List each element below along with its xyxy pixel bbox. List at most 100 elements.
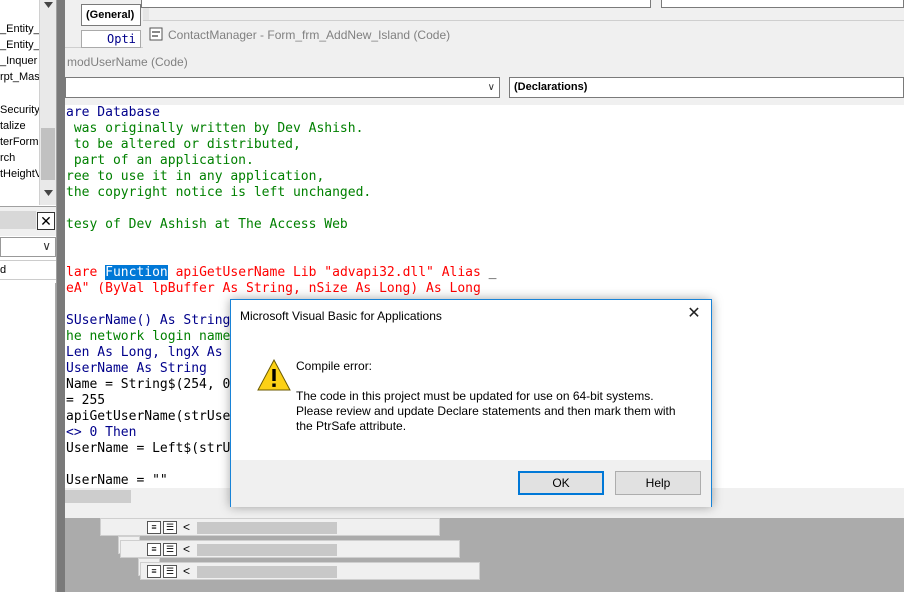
scroll-up-icon[interactable] (44, 2, 53, 9)
code-token: apiGetUserName Lib "advapi32.dll" Alias (167, 265, 489, 280)
object-combo[interactable]: ∨ (65, 77, 500, 98)
code-token: the copyright notice is left unchanged. (66, 185, 372, 200)
code-line[interactable]: = 255 (66, 393, 105, 409)
scroll-down-icon[interactable] (44, 190, 53, 197)
pane-close-icon[interactable]: ✕ (37, 212, 55, 230)
code-line[interactable]: are Database (66, 105, 160, 121)
code-token: was originally written by Dev Ashish. (66, 121, 364, 136)
close-icon[interactable]: ✕ (685, 305, 703, 323)
code-token: he network login name (66, 329, 231, 344)
code-line[interactable]: to be altered or distributed, (66, 137, 301, 153)
tree-item[interactable]: rpt_Mas (0, 70, 40, 84)
scroll-left-icon[interactable]: < (183, 564, 190, 578)
code-window-icon (149, 27, 163, 41)
module-view-icon[interactable]: ☰ (163, 521, 177, 534)
tree-item[interactable]: tHeightV (0, 167, 42, 181)
code-token: apiGetUserName(strUse (66, 409, 231, 424)
declarations-combo[interactable] (661, 0, 904, 8)
scrollbar-thumb[interactable] (197, 566, 337, 578)
tree-item[interactable]: rch (0, 151, 15, 165)
object-dropdown[interactable]: ∨ (0, 237, 56, 257)
code-token: to be altered or distributed, (66, 137, 301, 152)
scrollbar-thumb[interactable] (197, 544, 337, 556)
code-line[interactable]: UserName = "" (66, 473, 168, 488)
module-view-icon[interactable]: ☰ (163, 543, 177, 556)
properties-pane-header: ✕ (0, 206, 56, 236)
code-token: Name = String$(254, 0 (66, 377, 231, 392)
procedure-combo-value: (Declarations) (514, 81, 588, 93)
code-line[interactable]: Len As Long, lngX As (66, 345, 223, 361)
scrollbar-thumb[interactable] (65, 490, 131, 503)
code-token: _ (488, 265, 497, 280)
scrollbar-thumb[interactable] (197, 522, 337, 534)
contact-window-title: ContactManager - Form_frm_AddNew_Island … (168, 28, 451, 42)
code-line[interactable]: Name = String$(254, 0 (66, 377, 230, 393)
minimized-window-3[interactable]: ≡ ☰ < (140, 562, 480, 580)
chevron-down-icon: ∨ (42, 239, 51, 253)
tree-item[interactable]: talize (0, 119, 26, 133)
tree-item[interactable]: Security (0, 103, 40, 117)
object-combo[interactable]: (General) (81, 4, 141, 26)
ok-button[interactable]: OK (518, 471, 604, 495)
code-token: tesy of Dev Ashish at The Access Web (66, 217, 348, 232)
code-line[interactable]: UserName As String (66, 361, 207, 377)
code-line[interactable]: the copyright notice is left unchanged. (66, 185, 371, 201)
properties-list (0, 283, 56, 592)
code-line[interactable]: lare Function apiGetUserName Lib "advapi… (66, 265, 497, 281)
code-line[interactable]: UserName = Left$(strU (66, 441, 230, 457)
code-token: UserName = Left$(strU (66, 441, 231, 456)
pane-caption (0, 211, 36, 229)
contact-window-titlebar[interactable]: ContactManager - Form_frm_AddNew_Island … (143, 20, 904, 48)
minimized-window-2[interactable]: ≡ ☰ < (120, 540, 460, 558)
proc-view-icon[interactable]: ≡ (147, 543, 161, 556)
code-line[interactable]: eA" (ByVal lpBuffer As String, nSize As … (66, 281, 481, 297)
code-token: ree to use it in any application, (66, 169, 325, 184)
scroll-left-icon[interactable]: < (183, 542, 190, 556)
code-token: <> 0 Then (66, 425, 137, 440)
code-line[interactable]: tesy of Dev Ashish at The Access Web (66, 217, 348, 233)
code-line[interactable]: SUserName() As String (66, 313, 230, 329)
mdi-divider (57, 0, 65, 592)
code-token: lare (66, 265, 106, 280)
tree-item[interactable]: _Inquer (0, 54, 37, 68)
chevron-down-icon: ∨ (487, 82, 495, 93)
code-token: = 255 (66, 393, 106, 408)
code-token: UserName As String (66, 361, 207, 376)
code-token: SUserName() As String (66, 313, 231, 328)
code-window-titlebar[interactable]: modUserName (Code) (65, 48, 904, 76)
minimized-window-1[interactable]: ≡ ☰ < (100, 518, 440, 536)
proc-view-icon[interactable]: ≡ (147, 565, 161, 578)
module-view-icon[interactable]: ☰ (163, 565, 177, 578)
code-line[interactable]: <> 0 Then (66, 425, 136, 441)
code-token: Len As Long, lngX As (66, 345, 223, 360)
warning-icon (257, 359, 291, 391)
code-line[interactable]: ree to use it in any application, (66, 169, 324, 185)
code-line[interactable]: apiGetUserName(strUse (66, 409, 230, 425)
code-token: eA" (ByVal lpBuffer As String, nSize As … (66, 281, 481, 296)
scroll-left-icon[interactable]: < (183, 520, 190, 534)
code-line[interactable]: was originally written by Dev Ashish. (66, 121, 364, 137)
help-button[interactable]: Help (615, 471, 701, 495)
dialog-button-bar: OK Help (231, 460, 711, 507)
procedure-combo[interactable] (141, 0, 651, 8)
scrollbar-thumb[interactable] (41, 128, 55, 180)
back-code-window: (General) Opti ContactManager - Form_frm… (65, 0, 904, 48)
procedure-combo[interactable]: (Declarations) (509, 77, 904, 98)
code-token: part of an application. (66, 153, 254, 168)
proc-view-icon[interactable]: ≡ (147, 521, 161, 534)
dialog-heading: Compile error: (296, 359, 373, 373)
tree-item[interactable]: _Entity_ (0, 38, 40, 52)
project-explorer: _Entity_ _Entity_ _Inquer rpt_Mas Securi… (0, 0, 57, 592)
tree-item[interactable]: _Entity_ (0, 22, 40, 36)
tree-item[interactable]: terForm (0, 135, 39, 149)
dialog-message: The code in this project must be updated… (296, 389, 676, 433)
compile-error-dialog: Microsoft Visual Basic for Applications … (230, 299, 712, 507)
code-line[interactable]: he network login name (66, 329, 230, 345)
code-line[interactable]: part of an application. (66, 153, 254, 169)
explorer-scrollbar[interactable] (39, 0, 56, 205)
code-window-title: modUserName (Code) (67, 55, 188, 69)
selected-text: Function (105, 265, 168, 280)
properties-tab[interactable]: d (0, 260, 56, 280)
dialog-title: Microsoft Visual Basic for Applications (240, 309, 442, 323)
code-fragment-text: Opti (107, 32, 136, 46)
